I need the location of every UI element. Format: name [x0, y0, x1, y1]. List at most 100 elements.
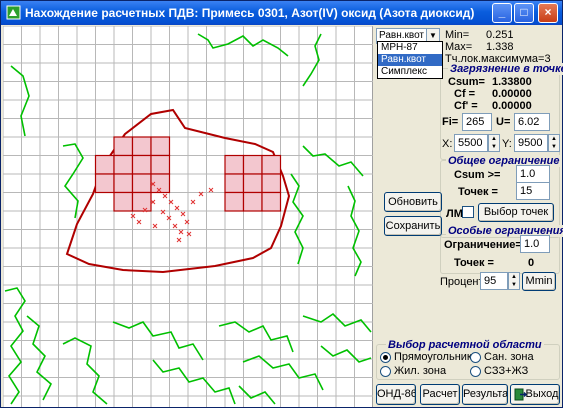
exceedance-cell — [113, 173, 134, 194]
radio-sanitary-zone[interactable] — [470, 352, 481, 363]
cf2-value: 0.00000 — [492, 100, 532, 112]
source-marker — [180, 211, 186, 217]
csum-value: 1.33800 — [492, 76, 532, 88]
radio-residential-zone[interactable] — [380, 366, 391, 377]
max-value: 1.338 — [486, 41, 514, 53]
radio-rectangle-label: Прямоугольник — [394, 351, 472, 363]
method-dropdown-list[interactable]: МРН-87 Равн.квот Симплекс — [377, 41, 443, 79]
radio-rectangle[interactable] — [380, 352, 391, 363]
cf-label: Cf = — [454, 88, 476, 100]
source-marker — [150, 199, 156, 205]
general-csum-field[interactable]: 1.0 — [516, 165, 550, 183]
maximize-button[interactable]: □ — [514, 3, 534, 23]
exceedance-cell — [224, 191, 245, 212]
method-option-equal-quota[interactable]: Равн.квот — [378, 54, 442, 66]
source-marker — [190, 199, 196, 205]
map-grid — [3, 26, 373, 407]
source-marker — [208, 187, 214, 193]
exceedance-cell — [113, 154, 134, 175]
main-window: Нахождение расчетных ПДВ: Примесь 0301, … — [0, 0, 563, 408]
exceedance-cell — [261, 154, 282, 175]
results-button[interactable]: Результат — [462, 384, 508, 405]
special-points-value: 0 — [528, 257, 535, 269]
map-canvas[interactable] — [3, 26, 373, 407]
radio-sanitary-zone-label: Сан. зона — [484, 351, 534, 363]
u-label: U= — [496, 116, 511, 128]
exit-door-icon — [514, 388, 527, 401]
control-panel: Равн.квот ▼ Min= 0.251 Max= 1.338 Тч.лок… — [374, 26, 563, 407]
exceedance-cell — [131, 136, 152, 157]
exceedance-cell — [224, 154, 245, 175]
exceedance-cell — [94, 173, 115, 194]
general-points-label: Точек = — [458, 186, 498, 198]
limit-label: Ограничение= — [444, 239, 522, 251]
min-value: 0.251 — [486, 29, 514, 41]
exit-button[interactable]: Выход — [510, 384, 560, 405]
window-title: Нахождение расчетных ПДВ: Примесь 0301, … — [25, 6, 475, 20]
exceedance-cell — [224, 173, 245, 194]
x-field[interactable]: 5500 — [454, 134, 488, 152]
source-marker — [176, 237, 182, 243]
close-button[interactable]: × — [538, 3, 558, 23]
title-bar[interactable]: Нахождение расчетных ПДВ: Примесь 0301, … — [1, 1, 562, 25]
map-drawing[interactable] — [3, 26, 373, 407]
select-points-button[interactable]: Выбор точек — [478, 203, 554, 222]
x-spin-icon[interactable]: ▲ ▼ — [488, 134, 500, 152]
source-marker — [174, 205, 180, 211]
point-pollution-heading: Загрязнение в точке — [448, 63, 563, 75]
exceedance-cell — [242, 154, 263, 175]
radio-szz-zhz[interactable] — [470, 366, 481, 377]
app-icon — [6, 5, 21, 20]
fi-field[interactable]: 265 — [462, 113, 492, 131]
general-csum-label: Csum >= — [454, 169, 501, 181]
mmin-button[interactable]: Mmin — [522, 272, 556, 291]
x-label: X: — [442, 138, 453, 150]
general-points-field[interactable]: 15 — [516, 182, 550, 200]
exceedance-cell — [261, 191, 282, 212]
min-label: Min= — [445, 29, 470, 41]
exceedance-cell — [113, 136, 134, 157]
exceedance-cell — [242, 191, 263, 212]
y-spin-icon[interactable]: ▲ ▼ — [548, 134, 560, 152]
lm-label: ЛМ — [446, 208, 463, 220]
exceedance-cell — [242, 173, 263, 194]
exceedance-cell — [261, 173, 282, 194]
exceedance-cell — [113, 191, 134, 212]
calculate-button[interactable]: Расчет — [420, 384, 460, 405]
u-field[interactable]: 6.02 — [514, 113, 550, 131]
radio-residential-zone-label: Жил. зона — [394, 365, 447, 377]
max-label: Max= — [445, 41, 473, 53]
source-marker — [152, 223, 158, 229]
radio-szz-zhz-label: СЗЗ+ЖЗ — [484, 365, 529, 377]
exceedance-cell — [94, 154, 115, 175]
source-marker — [172, 223, 178, 229]
method-option-simplex[interactable]: Симплекс — [378, 66, 442, 78]
source-marker — [178, 229, 184, 235]
exceedance-cell — [131, 191, 152, 212]
exceedance-cell — [150, 136, 171, 157]
cf2-label: Cf' = — [454, 100, 478, 112]
exceedance-cell — [150, 154, 171, 175]
y-field[interactable]: 9500 — [514, 134, 548, 152]
save-button[interactable]: Сохранить — [384, 216, 442, 236]
ond-86-button[interactable]: ОНД-86 — [376, 384, 416, 405]
fi-label: Fi= — [442, 116, 459, 128]
percent-field[interactable]: 95 — [480, 272, 508, 290]
csum-label: Csum= — [448, 76, 485, 88]
source-marker — [162, 193, 168, 199]
lm-checkbox[interactable] — [462, 206, 474, 218]
exceedance-cell — [131, 154, 152, 175]
calc-area-heading: Выбор расчетной области — [386, 339, 544, 351]
cf-value: 0.00000 — [492, 88, 532, 100]
percent-spin-icon[interactable]: ▲ ▼ — [508, 272, 520, 290]
update-button[interactable]: Обновить — [384, 192, 442, 212]
y-label: Y: — [502, 138, 512, 150]
exit-label: Выход — [525, 388, 559, 400]
minimize-button[interactable]: _ — [492, 3, 512, 23]
limit-field[interactable]: 1.0 — [520, 235, 550, 253]
source-marker — [136, 219, 142, 225]
method-option-mrn87[interactable]: МРН-87 — [378, 42, 442, 54]
exceedance-cell — [131, 173, 152, 194]
percent-label: Процент — [440, 276, 484, 288]
special-points-label: Точек = — [454, 257, 494, 269]
